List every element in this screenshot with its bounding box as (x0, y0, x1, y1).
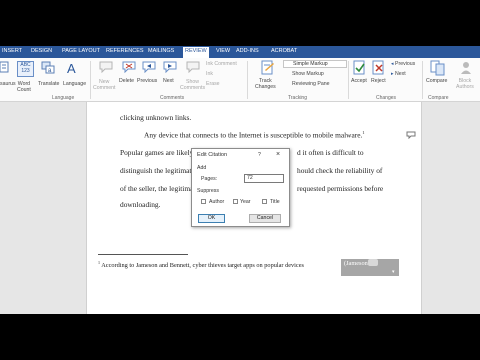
previous-comment-button[interactable]: Previous (137, 78, 157, 84)
word-window: INSERT DESIGN PAGE LAYOUT REFERENCES MAI… (0, 0, 480, 360)
pages-input[interactable]: 72 (244, 174, 284, 183)
dialog-title: Edit Citation (197, 152, 228, 158)
delete-comment-icon (122, 61, 136, 73)
svg-text:A: A (67, 61, 76, 76)
tab-mailings[interactable]: MAILINGS (148, 48, 174, 54)
next-comment-button[interactable]: Next (163, 78, 174, 84)
reject-icon (372, 60, 384, 75)
tab-references[interactable]: REFERENCES (106, 48, 144, 54)
separator (247, 61, 248, 99)
reviewing-pane-button[interactable]: Reviewing Pane (284, 81, 330, 87)
cancel-button[interactable]: Cancel (249, 214, 281, 223)
separator (90, 61, 91, 99)
thesaurus-button[interactable]: saurus (0, 81, 16, 87)
ink-comment-button[interactable]: Ink Comment (206, 61, 237, 67)
erase-button[interactable]: Erase (206, 81, 220, 87)
close-icon[interactable]: × (276, 151, 280, 158)
word-count-icon: ABC 123 (17, 61, 34, 77)
year-label: Year (240, 199, 251, 205)
changes-group-label: Changes (376, 95, 397, 101)
pages-label: Pages: (201, 176, 218, 182)
accept-button[interactable]: Accept (351, 78, 367, 84)
title-checkbox[interactable] (262, 199, 267, 204)
doc-line: Popular games are likely (120, 148, 194, 157)
language-button[interactable]: Language (63, 81, 86, 87)
citation-field[interactable]: (Jameson ▾ (341, 259, 399, 276)
author-label: Author (209, 199, 225, 205)
ribbon: saurus ABC 123 Word Count a Translate A La… (0, 58, 480, 102)
tab-page-layout[interactable]: PAGE LAYOUT (62, 48, 100, 54)
ink-button[interactable]: Ink (206, 71, 213, 77)
next-change-button[interactable]: ▸ Next (391, 71, 406, 77)
ok-button[interactable]: OK (198, 214, 225, 223)
author-checkbox[interactable] (201, 199, 206, 204)
suppress-section-label: Suppress (197, 188, 219, 194)
top-letterbox (0, 0, 480, 46)
separator (348, 61, 349, 99)
translate-icon: a (41, 61, 55, 74)
add-section-label: Add (197, 165, 207, 171)
language-group-label: Language (52, 95, 75, 101)
separator (422, 61, 423, 99)
compare-group-label: Compare (428, 95, 449, 101)
tab-acrobat[interactable]: ACROBAT (271, 48, 297, 54)
doc-line: d it often is difficult to (297, 148, 364, 157)
title-label: Title (270, 199, 280, 205)
block-authors-icon (461, 62, 471, 74)
show-comments-icon (186, 61, 200, 73)
accept-icon (353, 60, 365, 75)
track-changes-button[interactable]: Track Changes (255, 78, 276, 90)
translate-button[interactable]: Translate (38, 81, 59, 87)
reject-button[interactable]: Reject (371, 78, 386, 84)
compare-button[interactable]: Compare (426, 78, 447, 84)
block-authors-button[interactable]: Block Authors (456, 78, 474, 90)
delete-comment-button[interactable]: Delete (119, 78, 134, 84)
new-comment-button[interactable]: New Comment (93, 79, 116, 91)
language-icon: A (67, 61, 76, 76)
new-comment-icon (99, 61, 113, 73)
tab-review[interactable]: REVIEW (183, 47, 209, 58)
doc-line: downloading. (120, 200, 161, 209)
comments-group-label: Comments (160, 95, 185, 101)
edit-citation-dialog: Edit Citation ? × Add Pages: 72 Suppress… (191, 148, 290, 227)
ribbon-tab-bar: INSERT DESIGN PAGE LAYOUT REFERENCES MAI… (0, 46, 480, 58)
doc-line: of the seller, the legitimate (120, 184, 199, 193)
doc-line: Any device that connects to the Internet… (144, 130, 365, 140)
tab-design[interactable]: DESIGN (31, 48, 52, 54)
comment-balloon-icon[interactable] (406, 131, 416, 139)
previous-comment-icon (142, 61, 156, 73)
next-comment-icon (163, 61, 177, 73)
doc-line: hould check the reliability of (297, 166, 383, 175)
word-count-button[interactable]: Word Count (17, 81, 31, 93)
bottom-letterbox (0, 314, 480, 360)
year-checkbox[interactable] (233, 199, 238, 204)
help-button[interactable]: ? (258, 152, 261, 158)
tab-insert[interactable]: INSERT (2, 48, 22, 54)
thesaurus-icon (0, 61, 9, 73)
doc-line: distinguish the legitimate (120, 166, 195, 175)
cursor-highlight (368, 259, 378, 266)
footnote-text: 1 According to Jameson and Bennett, cybe… (98, 260, 304, 270)
doc-line: clicking unknown links. (120, 113, 192, 122)
previous-change-button[interactable]: ◂ Previous (391, 61, 415, 67)
tracking-group-label: Tracking (288, 95, 307, 101)
compare-icon (430, 60, 445, 76)
show-comments-button[interactable]: Show Comments (180, 79, 205, 91)
track-changes-icon (261, 60, 274, 75)
tab-add-ins[interactable]: ADD-INS (236, 48, 259, 54)
citation-options-arrow[interactable]: ▾ (392, 269, 395, 275)
tab-view[interactable]: VIEW (216, 48, 230, 54)
show-markup-button[interactable]: Show Markup (284, 71, 324, 77)
doc-line: requested permissions before (297, 184, 384, 193)
simple-markup-dropdown[interactable]: Simple Markup (283, 60, 347, 68)
footnote-separator (98, 254, 188, 255)
